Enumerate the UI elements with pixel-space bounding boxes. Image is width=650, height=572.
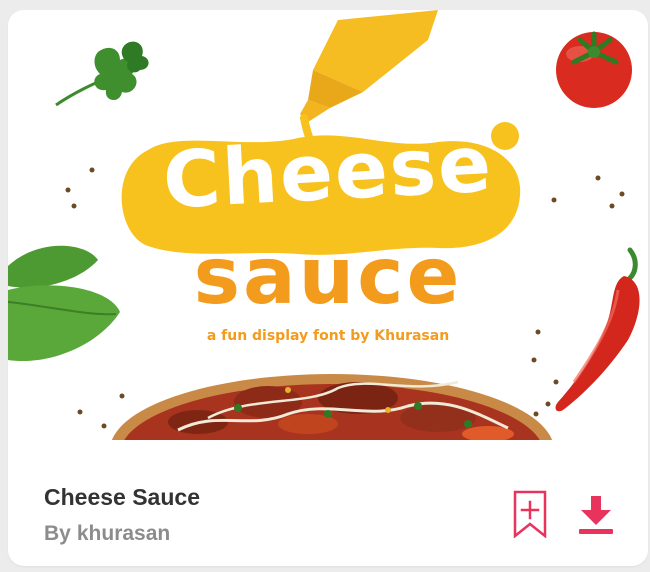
bookmark-button[interactable]: [508, 488, 552, 540]
download-button[interactable]: [574, 488, 618, 540]
pizza-illustration: [111, 374, 553, 440]
font-card[interactable]: Cheese sauce a fun display font by Khura…: [8, 10, 648, 566]
author-prefix: By: [44, 522, 71, 545]
preview-headline-sauce: sauce: [193, 232, 463, 322]
author-name[interactable]: khurasan: [77, 522, 170, 545]
font-card-footer: Cheese Sauce By khurasan: [8, 440, 648, 566]
bookmark-plus-icon: [513, 490, 547, 538]
font-title[interactable]: Cheese Sauce: [44, 484, 200, 511]
parsley-illustration: [55, 41, 149, 107]
preview-tagline: a fun display font by Khurasan: [206, 328, 450, 344]
tomato-illustration: [556, 31, 632, 108]
font-preview-image[interactable]: Cheese sauce a fun display font by Khura…: [8, 10, 648, 440]
font-author[interactable]: By khurasan: [44, 522, 170, 546]
download-icon: [579, 496, 613, 534]
